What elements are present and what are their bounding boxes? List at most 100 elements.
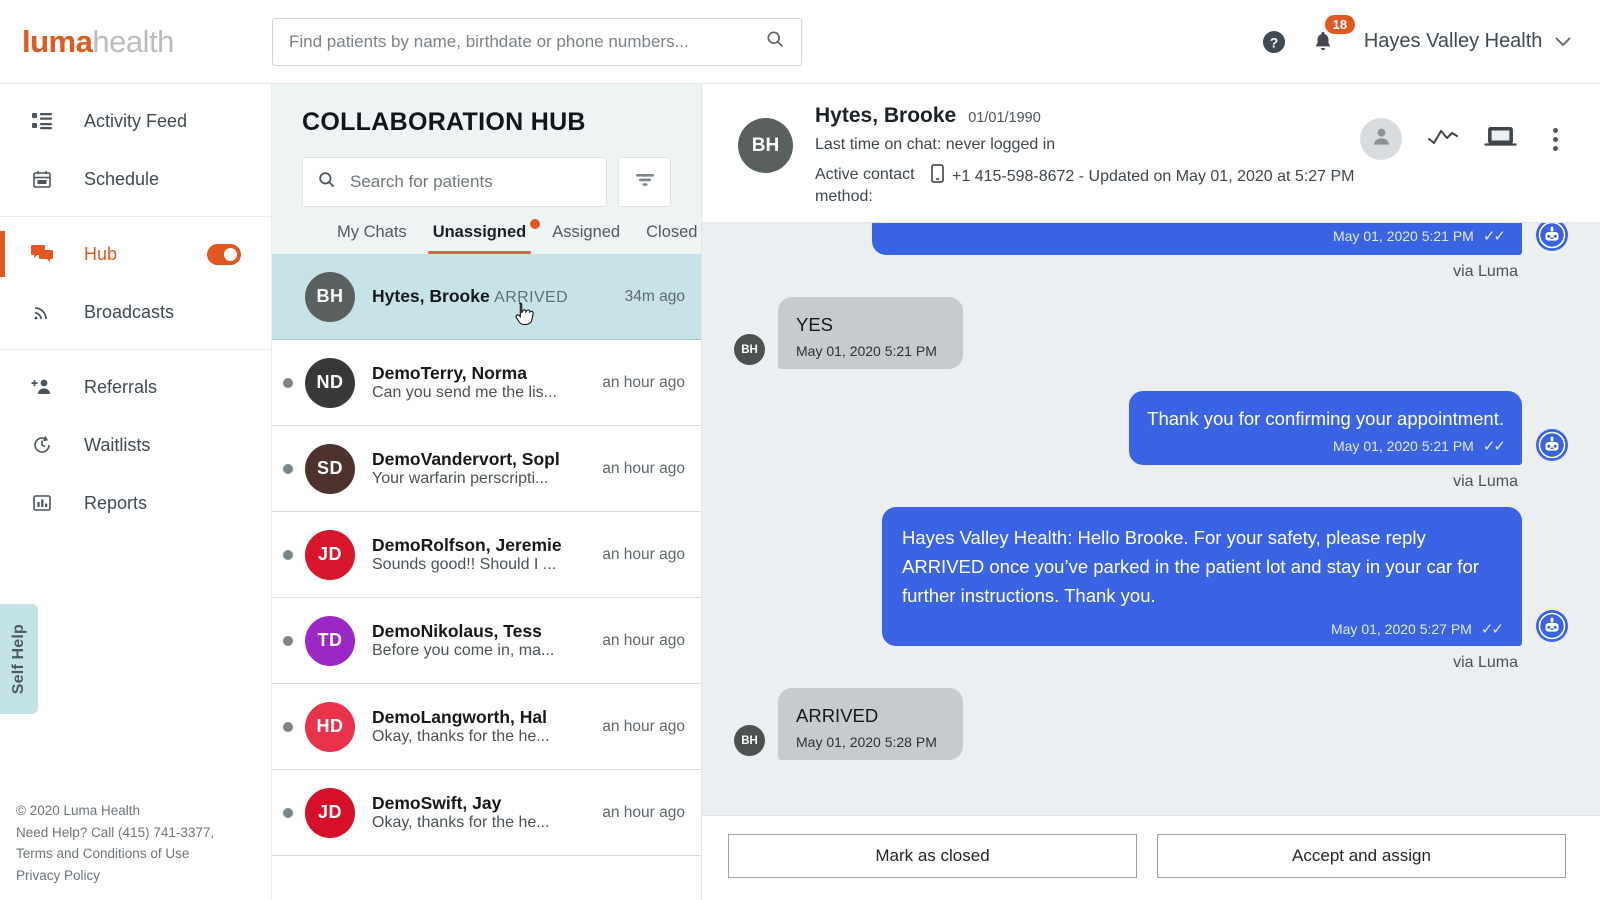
sidebar-item-hub[interactable]: Hub [0,225,271,283]
sidebar-item-referrals[interactable]: Referrals [0,358,271,416]
svg-text:?: ? [1270,34,1279,50]
hub-title: COLLABORATION HUB [302,108,671,137]
chat-item-text: DemoNikolaus, Tess Before you come in, m… [372,621,592,660]
search-icon [765,29,785,54]
sidebar-label: Referrals [84,377,157,398]
conversation-panel: BH Hytes, Brooke 01/01/1990 Last time on… [702,84,1600,900]
patient-name: Hytes, Brooke [815,104,956,128]
sidebar-footer: © 2020 Luma Health Need Help? Call (415)… [0,800,271,900]
message-bubble-wrap: May 01, 2020 5:21 PM ✓✓ [872,223,1522,255]
hub-header: COLLABORATION HUB Search for patients [272,84,701,254]
patient-search-input[interactable]: Search for patients [302,157,607,207]
privacy-link[interactable]: Privacy Policy [16,865,271,887]
sidebar-item-waitlists[interactable]: Waitlists [0,416,271,474]
search-icon [317,170,336,194]
sidebar-item-broadcasts[interactable]: Broadcasts [0,283,271,341]
bell-icon [1312,40,1334,57]
bot-avatar-icon [1536,429,1568,461]
message-thread[interactable]: May 01, 2020 5:21 PM ✓✓ via Luma BH [702,223,1600,815]
tab-label: Unassigned [433,223,527,241]
kebab-menu-icon [1553,137,1558,142]
tab-closed[interactable]: Closed [633,223,710,254]
laptop-icon [1484,125,1517,154]
self-help-tab[interactable]: Self Help [0,604,38,714]
sidebar-item-schedule[interactable]: Schedule [0,150,271,208]
chat-timestamp: 34m ago [625,288,685,306]
org-selector[interactable]: Hayes Valley Health [1364,30,1572,53]
chat-preview: Before you come in, ma... [372,642,554,659]
nav-group-tools: Referrals Waitlists Reports [0,350,271,540]
chat-item-text: DemoVandervort, Sopl Your warfarin persc… [372,449,592,488]
tab-my-chats[interactable]: My Chats [324,223,420,254]
help-circle-icon[interactable]: ? [1262,30,1286,54]
chat-timestamp: an hour ago [602,804,685,822]
chat-preview: Sounds good!! Should I ... [372,556,556,573]
notifications-button[interactable]: 18 [1312,29,1338,55]
global-search-placeholder: Find patients by name, birthdate or phon… [289,32,765,52]
message-timestamp: May 01, 2020 5:27 PM [1331,621,1472,637]
chat-list-item[interactable]: JD DemoRolfson, Jeremie Sounds good!! Sh… [272,512,701,598]
avatar: JD [305,788,355,838]
more-options-button[interactable] [1543,124,1568,155]
contact-method-text: +1 415-598-8672 - Updated on May 01, 202… [952,168,1355,185]
person-avatar-icon [1371,126,1392,152]
chat-list-item[interactable]: SD DemoVandervort, Sopl Your warfarin pe… [272,426,701,512]
hub-status-toggle[interactable] [207,244,241,265]
copyright-text: © 2020 Luma Health [16,800,271,822]
avatar: HD [305,702,355,752]
logo-luma: luma [22,24,92,59]
patient-profile-button[interactable] [1360,118,1402,160]
accept-and-assign-button[interactable]: Accept and assign [1157,834,1566,878]
chat-list-item[interactable]: BH Hytes, Brooke ARRIVED 34m ago [272,254,701,340]
message-channel-label: via Luma [702,469,1600,507]
global-search-input[interactable]: Find patients by name, birthdate or phon… [272,18,802,66]
outgoing-message-bubble: Hayes Valley Health: Hello Brooke. For y… [882,507,1522,646]
conversation-actions [1360,118,1574,160]
hub-tabs: My Chats Unassigned Assigned Closed [302,207,671,254]
chat-list[interactable]: BH Hytes, Brooke ARRIVED 34m ago ND Demo… [272,254,701,900]
filter-button[interactable] [618,157,671,207]
conversation-header: BH Hytes, Brooke 01/01/1990 Last time on… [702,84,1600,223]
chat-list-item[interactable]: HD DemoLangworth, Hal Okay, thanks for t… [272,684,701,770]
message-timestamp: May 01, 2020 5:21 PM [796,343,937,359]
chat-item-text: DemoLangworth, Hal Okay, thanks for the … [372,707,592,746]
chat-timestamp: an hour ago [602,718,685,736]
message-timestamp: May 01, 2020 5:21 PM [1333,438,1474,454]
body-row: Activity Feed Schedule Hub [0,84,1600,900]
line-chart-icon [1428,128,1458,151]
sidebar-item-activity-feed[interactable]: Activity Feed [0,92,271,150]
chat-list-item[interactable]: ND DemoTerry, Norma Can you send me the … [272,340,701,426]
chat-bubbles-icon [30,244,54,264]
org-name: Hayes Valley Health [1364,30,1543,52]
kebab-menu-icon [1553,146,1558,151]
chat-list-item[interactable]: TD DemoNikolaus, Tess Before you come in… [272,598,701,684]
message-row: BH ARRIVED May 01, 2020 5:28 PM [702,688,1600,760]
tab-unassigned[interactable]: Unassigned [420,223,540,254]
tab-label: Assigned [552,223,620,241]
nav-group-communication: Hub Broadcasts [0,217,271,349]
bot-avatar-icon [1536,610,1568,642]
collaboration-hub-panel: COLLABORATION HUB Search for patients [272,84,702,900]
analytics-button[interactable] [1428,128,1458,151]
message-text: YES [796,310,945,339]
patient-search-placeholder: Search for patients [350,172,493,192]
chat-preview: Okay, thanks for the he... [372,814,550,831]
device-button[interactable] [1484,125,1517,154]
message-timestamp: May 01, 2020 5:28 PM [796,734,937,750]
nav-group-primary: Activity Feed Schedule [0,84,271,216]
avatar: BH [738,118,793,173]
notification-badge: 18 [1325,15,1355,34]
chat-timestamp: an hour ago [602,632,685,650]
avatar: TD [305,616,355,666]
mark-as-closed-button[interactable]: Mark as closed [728,834,1137,878]
app-logo[interactable]: lumahealth [0,24,272,60]
terms-link[interactable]: Terms and Conditions of Use [16,843,271,865]
sidebar-item-reports[interactable]: Reports [0,474,271,532]
activity-feed-icon [30,112,54,130]
patient-last-seen: Last time on chat: never logged in [815,136,1360,154]
app-root: lumahealth Find patients by name, birthd… [0,0,1600,900]
chat-list-item[interactable]: JD DemoSwift, Jay Okay, thanks for the h… [272,770,701,856]
incoming-message-bubble: ARRIVED May 01, 2020 5:28 PM [778,688,963,760]
tab-assigned[interactable]: Assigned [539,223,633,254]
patient-info: Hytes, Brooke 01/01/1990 Last time on ch… [815,104,1360,208]
